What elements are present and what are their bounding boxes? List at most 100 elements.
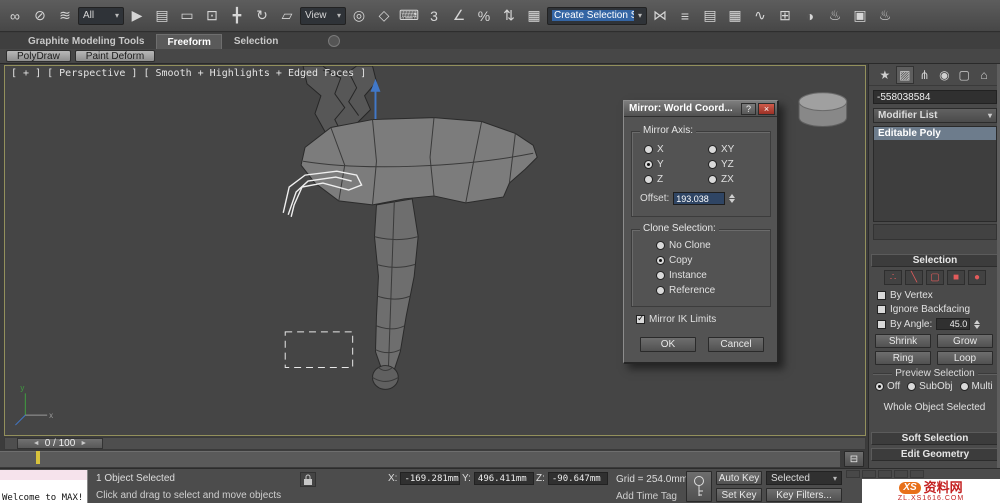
selection-lock-toggle[interactable] [300, 472, 316, 487]
selection-filter-dropdown[interactable]: All [78, 6, 124, 25]
bind-to-space-warp-icon[interactable]: ≋ [53, 4, 77, 28]
ok-button[interactable]: OK [640, 337, 696, 352]
offset-spinner[interactable] [729, 194, 736, 203]
polygon-mode-icon[interactable]: ■ [947, 270, 965, 285]
mini-curve-editor-button[interactable]: ⊟ [844, 451, 864, 467]
material-editor-icon[interactable]: ◑ [798, 4, 822, 28]
x-coordinate-field[interactable]: -169.281mm [400, 472, 461, 485]
time-slider-handle[interactable]: 0 / 100 [17, 438, 103, 449]
render-setup-icon[interactable]: ♨ [823, 4, 847, 28]
window-crossing-toggle-icon[interactable]: ⊡ [200, 4, 224, 28]
radio-preview-multi[interactable]: Multi [959, 380, 993, 393]
cancel-button[interactable]: Cancel [708, 337, 764, 352]
next-frame-button[interactable] [894, 470, 908, 478]
radio-axis-zx[interactable]: ZX [708, 172, 734, 187]
viewcube-puck[interactable] [798, 92, 848, 127]
by-vertex-checkbox[interactable] [877, 291, 886, 300]
radio-reference[interactable]: Reference [656, 283, 715, 298]
ignore-backfacing-checkbox[interactable] [877, 305, 886, 314]
by-angle-checkbox[interactable] [877, 319, 886, 329]
shrink-button[interactable]: Shrink [875, 334, 931, 348]
edit-geometry-rollout-header[interactable]: Edit Geometry [871, 448, 999, 461]
edit-named-selection-sets-icon[interactable]: ▦ [522, 4, 546, 28]
curve-editor-icon[interactable]: ∿ [748, 4, 772, 28]
angle-snap-toggle-icon[interactable]: ∠ [447, 4, 471, 28]
radio-axis-xy[interactable]: XY [708, 142, 734, 157]
mirror-dialog-titlebar[interactable]: Mirror: World Coord... ? × [624, 101, 777, 117]
subtab-paint-deform[interactable]: Paint Deform [74, 50, 156, 62]
hierarchy-tab-icon[interactable]: ⋔ [916, 66, 934, 84]
grow-button[interactable]: Grow [937, 334, 993, 348]
object-name-field[interactable]: -558038584 [873, 90, 997, 104]
key-mode-dropdown[interactable]: Selected [766, 471, 842, 485]
current-frame-marker[interactable] [36, 451, 40, 464]
rectangular-selection-region-icon[interactable]: ▭ [175, 4, 199, 28]
radio-axis-x[interactable]: X [644, 142, 664, 157]
auto-key-button[interactable]: Auto Key [716, 471, 762, 485]
named-selection-dropdown[interactable]: Create Selection Se [547, 6, 647, 25]
selection-rollout-header[interactable]: Selection [871, 254, 999, 267]
layer-manager-icon[interactable]: ▤ [698, 4, 722, 28]
set-key-button[interactable]: Set Key [716, 488, 762, 502]
radio-preview-subobj[interactable]: SubObj [907, 380, 953, 393]
snaps-toggle-icon[interactable]: 3 [422, 4, 446, 28]
select-and-link-icon[interactable]: ∞ [3, 4, 27, 28]
ribbon-options-button[interactable] [328, 35, 340, 47]
by-vertex-row[interactable]: By Vertex [877, 290, 933, 301]
element-mode-icon[interactable]: ● [968, 270, 986, 285]
y-coordinate-field[interactable]: 496.411mm [473, 472, 534, 485]
select-and-rotate-icon[interactable]: ↻ [250, 4, 274, 28]
maxscript-mini-listener[interactable]: Welcome to MAX! [0, 470, 88, 503]
border-mode-icon[interactable]: ▢ [926, 270, 944, 285]
percent-snap-toggle-icon[interactable]: % [472, 4, 496, 28]
select-and-scale-icon[interactable]: ▱ [275, 4, 299, 28]
vertex-mode-icon[interactable]: ∴ [884, 270, 902, 285]
modify-tab-icon[interactable]: ▨ [895, 65, 914, 84]
ring-button[interactable]: Ring [875, 351, 931, 365]
track-bar[interactable] [0, 451, 840, 468]
go-to-end-button[interactable] [910, 470, 924, 478]
radio-copy[interactable]: Copy [656, 253, 715, 268]
key-filters-button[interactable]: Key Filters... [766, 488, 842, 502]
ignore-backfacing-row[interactable]: Ignore Backfacing [877, 304, 970, 315]
mirror-ik-checkbox[interactable] [636, 313, 645, 324]
loop-button[interactable]: Loop [937, 351, 993, 365]
soft-selection-rollout-header[interactable]: Soft Selection [871, 432, 999, 445]
radio-preview-off[interactable]: Off [875, 380, 900, 393]
select-object-icon[interactable]: ▶ [125, 4, 149, 28]
select-by-name-icon[interactable]: ▤ [150, 4, 174, 28]
subtab-polydraw[interactable]: PolyDraw [6, 50, 71, 62]
radio-instance[interactable]: Instance [656, 268, 715, 283]
tab-graphite-modeling-tools[interactable]: Graphite Modeling Tools [18, 34, 154, 49]
rendered-frame-window-icon[interactable]: ▣ [848, 4, 872, 28]
spinner-snap-toggle-icon[interactable]: ⇅ [497, 4, 521, 28]
select-and-manipulate-icon[interactable]: ◇ [372, 4, 396, 28]
time-slider-track[interactable]: 0 / 100 [4, 437, 866, 450]
display-tab-icon[interactable]: ▢ [955, 66, 973, 84]
render-production-icon[interactable]: ♨ [873, 4, 897, 28]
viewport-label[interactable]: [ + ] [ Perspective ] [ Smooth + Highlig… [11, 68, 366, 79]
set-keys-button[interactable] [686, 471, 712, 502]
create-tab-icon[interactable]: ★ [876, 66, 894, 84]
schematic-view-icon[interactable]: ⊞ [773, 4, 797, 28]
play-animation-button[interactable] [878, 470, 892, 478]
keyboard-shortcut-override-icon[interactable]: ⌨ [397, 4, 421, 28]
by-angle-spinner[interactable] [974, 319, 981, 329]
select-and-move-icon[interactable]: ╋ [225, 4, 249, 28]
dialog-help-button[interactable]: ? [741, 102, 756, 115]
radio-no-clone[interactable]: No Clone [656, 238, 715, 253]
offset-field[interactable]: 193.038 [673, 192, 726, 205]
reference-coordinate-dropdown[interactable]: View [300, 6, 346, 25]
modifier-stack[interactable]: Editable Poly [873, 126, 997, 222]
tab-freeform[interactable]: Freeform [156, 34, 222, 49]
modifier-list-dropdown[interactable]: Modifier List [873, 108, 997, 123]
use-pivot-point-center-icon[interactable]: ◎ [347, 4, 371, 28]
previous-frame-button[interactable] [862, 470, 876, 478]
radio-axis-z[interactable]: Z [644, 172, 664, 187]
stack-entry-editable-poly[interactable]: Editable Poly [874, 127, 996, 140]
mirror-tool-icon[interactable]: ⋈ [648, 4, 672, 28]
by-angle-field[interactable]: 45.0 [936, 318, 971, 330]
dialog-close-button[interactable]: × [758, 102, 775, 115]
z-coordinate-field[interactable]: -90.647mm [547, 472, 608, 485]
motion-tab-icon[interactable]: ◉ [935, 66, 953, 84]
